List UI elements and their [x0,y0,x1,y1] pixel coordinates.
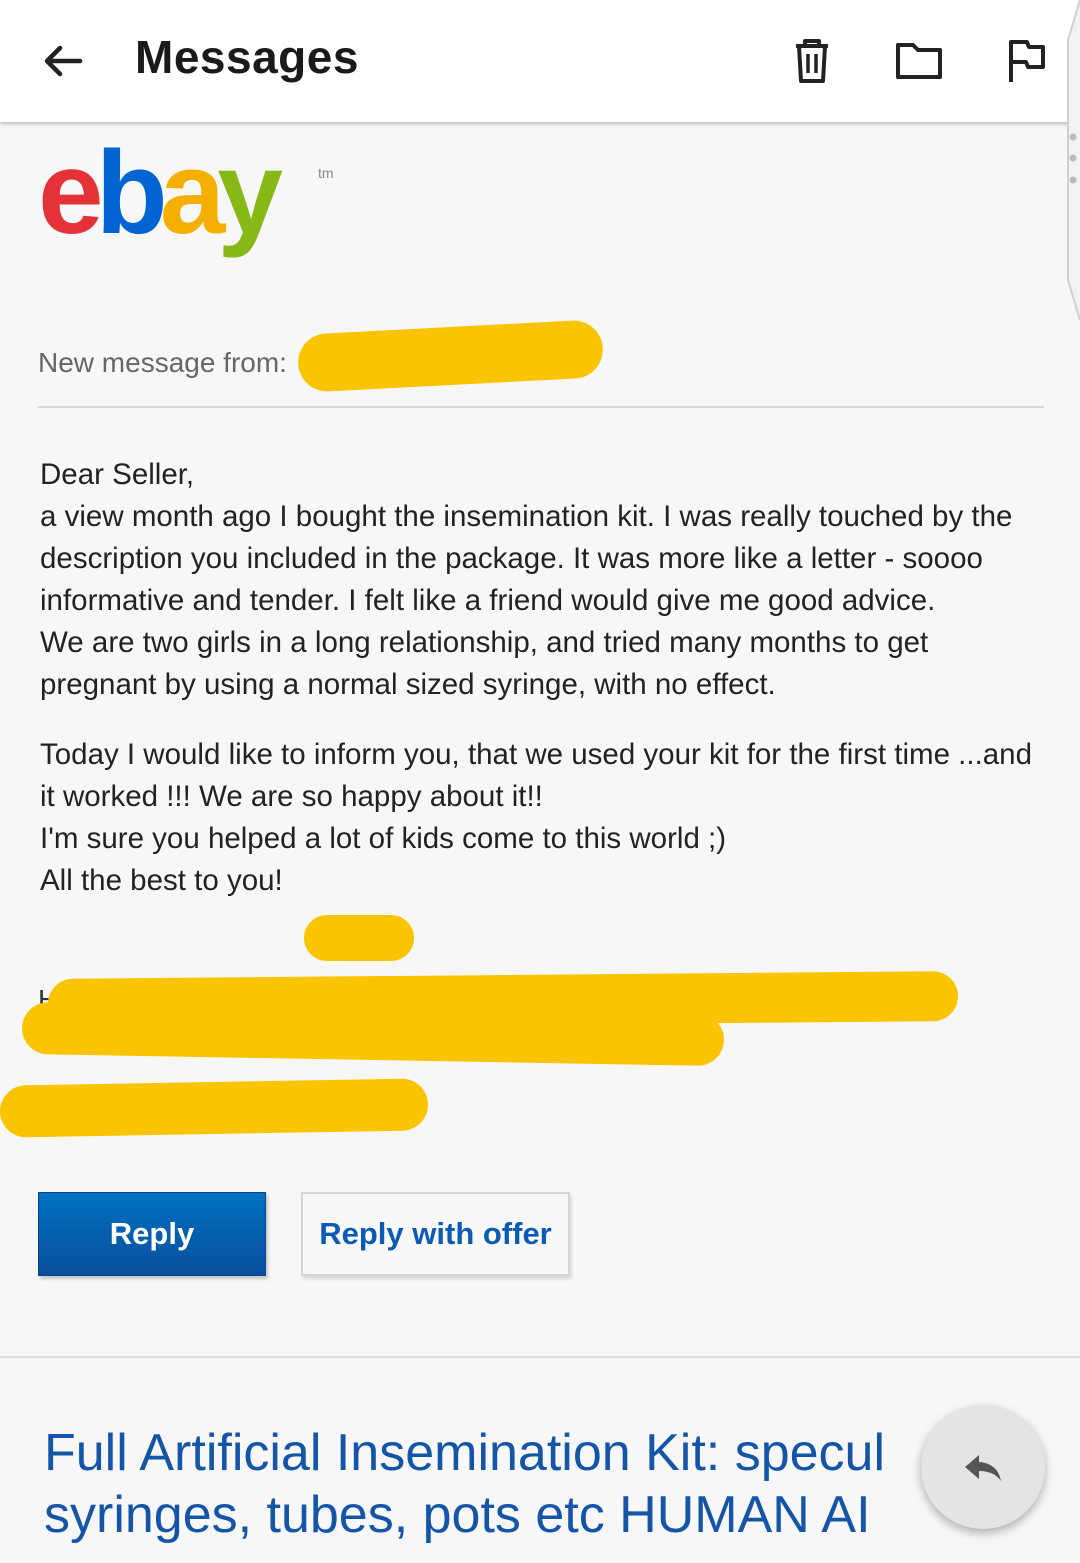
svg-text:ebay: ebay [38,138,282,259]
folder-icon[interactable] [893,34,945,86]
top-app-bar: Messages [0,0,1080,122]
reply-fab[interactable] [921,1405,1045,1529]
message-paragraph: Today I would like to inform you, that w… [40,738,1032,813]
flag-icon[interactable] [1000,34,1052,86]
reply-arrow-icon [965,1455,1001,1481]
message-paragraph: I'm sure you helped a lot of kids come t… [40,822,727,855]
message-paragraph: a view month ago I bought the inseminati… [40,500,1013,617]
redacted-emoji [304,915,414,961]
greeting: Dear Seller, [40,458,195,491]
redacted-sender [296,319,605,393]
reply-button[interactable]: Reply [38,1192,266,1276]
reply-with-offer-button[interactable]: Reply with offer [301,1192,570,1276]
redacted-signature [21,1001,725,1067]
trash-icon[interactable] [786,34,838,86]
item-title-line: Full Artificial Insemination Kit: specul [44,1424,886,1482]
sender-label: New message from: [38,347,287,378]
svg-text:tm: tm [318,165,334,181]
message-body: Dear Seller, a view month ago I bought t… [40,454,1040,902]
item-title-link[interactable]: Full Artificial Insemination Kit: specul… [44,1422,1074,1546]
back-arrow-icon[interactable] [40,38,86,84]
divider [38,406,1044,408]
side-panel-handle[interactable] [1060,0,1080,321]
message-closing: All the best to you! [40,864,283,897]
message-paragraph: We are two girls in a long relationship,… [40,626,929,701]
divider [0,1356,1080,1358]
redacted-signature [0,1078,429,1138]
item-title-line: syringes, tubes, pots etc HUMAN AI [44,1486,871,1544]
page-title: Messages [135,31,359,83]
ebay-logo: ebay tm [38,127,348,263]
